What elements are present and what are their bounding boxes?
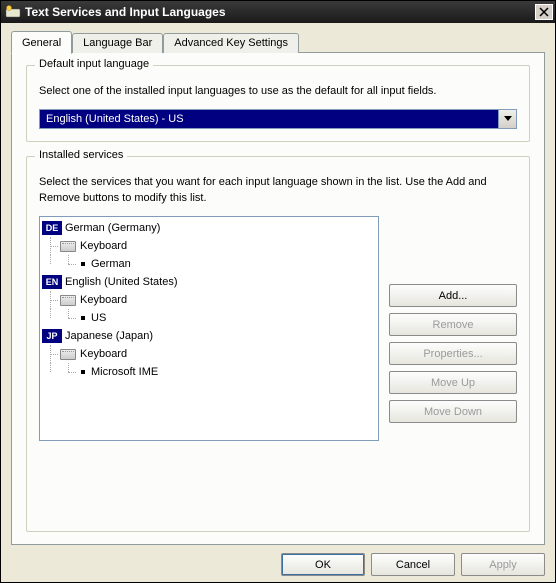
default-language-dropdown[interactable]: English (United States) - US	[39, 109, 517, 129]
tree-label: German	[91, 258, 131, 270]
tree-item-category[interactable]: Keyboard	[42, 291, 376, 309]
tree-item-language[interactable]: DE German (Germany)	[42, 219, 376, 237]
app-icon	[5, 4, 21, 20]
tree-item-layout[interactable]: Microsoft IME	[42, 363, 376, 381]
tree-item-language[interactable]: JP Japanese (Japan)	[42, 327, 376, 345]
lang-badge-icon: JP	[42, 329, 62, 343]
group-default-input-language: Default input language Select one of the…	[26, 65, 530, 142]
tab-advanced-key-settings[interactable]: Advanced Key Settings	[163, 33, 299, 53]
group-help-text: Select the services that you want for ea…	[39, 175, 517, 206]
tree-label: Microsoft IME	[91, 366, 158, 378]
tree-line	[42, 291, 60, 309]
ok-button[interactable]: OK	[281, 553, 365, 576]
close-button[interactable]	[535, 4, 553, 20]
window-title: Text Services and Input Languages	[25, 5, 535, 19]
group-help-text: Select one of the installed input langua…	[39, 84, 517, 99]
tree-line	[60, 255, 78, 273]
close-icon	[539, 7, 549, 17]
tree-label: US	[91, 312, 106, 324]
lang-badge-icon: EN	[42, 275, 62, 289]
tree-line	[42, 255, 60, 273]
tree-label: English (United States)	[65, 276, 178, 288]
tabstrip: General Language Bar Advanced Key Settin…	[11, 31, 545, 53]
keyboard-icon	[60, 295, 76, 306]
bullet-icon	[81, 370, 85, 374]
tab-language-bar[interactable]: Language Bar	[72, 33, 163, 53]
move-up-button[interactable]: Move Up	[389, 371, 517, 394]
dropdown-button[interactable]	[498, 110, 516, 128]
properties-button[interactable]: Properties...	[389, 342, 517, 365]
group-installed-services: Installed services Select the services t…	[26, 156, 530, 532]
tree-line	[42, 309, 60, 327]
tab-label: Language Bar	[83, 37, 152, 49]
window-frame: Text Services and Input Languages Genera…	[0, 0, 556, 583]
remove-button[interactable]: Remove	[389, 313, 517, 336]
tree-line	[42, 363, 60, 381]
move-down-button[interactable]: Move Down	[389, 400, 517, 423]
installed-services-tree[interactable]: DE German (Germany) Keyboard Ge	[39, 216, 379, 441]
tree-label: Keyboard	[80, 348, 127, 360]
keyboard-icon	[60, 349, 76, 360]
tree-item-language[interactable]: EN English (United States)	[42, 273, 376, 291]
tab-label: General	[22, 37, 61, 49]
tab-general[interactable]: General	[11, 31, 72, 54]
tree-line	[60, 363, 78, 381]
dropdown-value: English (United States) - US	[40, 110, 498, 128]
chevron-down-icon	[504, 116, 512, 122]
tree-label: Keyboard	[80, 294, 127, 306]
tab-panel-general: Default input language Select one of the…	[11, 52, 545, 545]
bullet-icon	[81, 262, 85, 266]
tab-label: Advanced Key Settings	[174, 37, 288, 49]
tree-item-layout[interactable]: US	[42, 309, 376, 327]
content-area: General Language Bar Advanced Key Settin…	[1, 23, 555, 582]
lang-badge-icon: DE	[42, 221, 62, 235]
titlebar: Text Services and Input Languages	[1, 1, 555, 23]
tree-label: Keyboard	[80, 240, 127, 252]
tree-item-category[interactable]: Keyboard	[42, 237, 376, 255]
group-title: Default input language	[35, 58, 153, 70]
tree-label: German (Germany)	[65, 222, 160, 234]
services-body: DE German (Germany) Keyboard Ge	[39, 216, 517, 441]
tree-line	[42, 237, 60, 255]
group-title: Installed services	[35, 149, 127, 161]
services-button-column: Add... Remove Properties... Move Up Move…	[389, 216, 517, 441]
tree-item-category[interactable]: Keyboard	[42, 345, 376, 363]
tree-line	[60, 309, 78, 327]
bullet-icon	[81, 316, 85, 320]
keyboard-icon	[60, 241, 76, 252]
dialog-button-row: OK Cancel Apply	[11, 545, 545, 576]
tree-label: Japanese (Japan)	[65, 330, 153, 342]
cancel-button[interactable]: Cancel	[371, 553, 455, 576]
apply-button[interactable]: Apply	[461, 553, 545, 576]
tree-item-layout[interactable]: German	[42, 255, 376, 273]
add-button[interactable]: Add...	[389, 284, 517, 307]
tree-line	[42, 345, 60, 363]
